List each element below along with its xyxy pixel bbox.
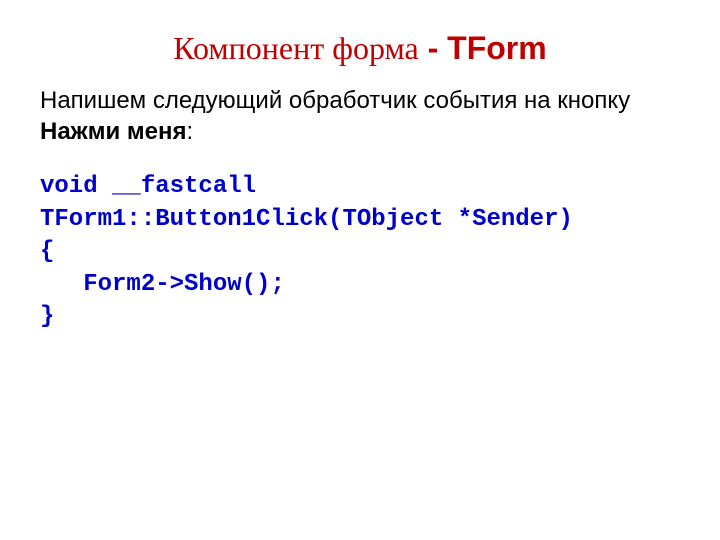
title-text-serif: Компонент форма bbox=[173, 30, 418, 66]
slide-container: Компонент форма - TForm Напишем следующи… bbox=[0, 0, 720, 353]
intro-text: Напишем следующий обработчик события на … bbox=[40, 87, 630, 114]
intro-button-name: Нажми меня bbox=[40, 118, 186, 145]
code-line-3: { bbox=[40, 238, 54, 265]
title-dash: - bbox=[419, 30, 447, 66]
code-line-1: void __fastcall bbox=[40, 173, 256, 200]
intro-paragraph: Напишем следующий обработчик события на … bbox=[40, 85, 680, 147]
code-line-2: TForm1::Button1Click(TObject *Sender) bbox=[40, 206, 573, 233]
slide-title: Компонент форма - TForm bbox=[40, 30, 680, 67]
intro-colon: : bbox=[186, 118, 193, 145]
title-classname: TForm bbox=[447, 30, 547, 66]
code-line-5: } bbox=[40, 303, 54, 330]
code-line-4: Form2->Show(); bbox=[40, 271, 285, 298]
code-block: void __fastcall TForm1::Button1Click(TOb… bbox=[40, 171, 680, 333]
